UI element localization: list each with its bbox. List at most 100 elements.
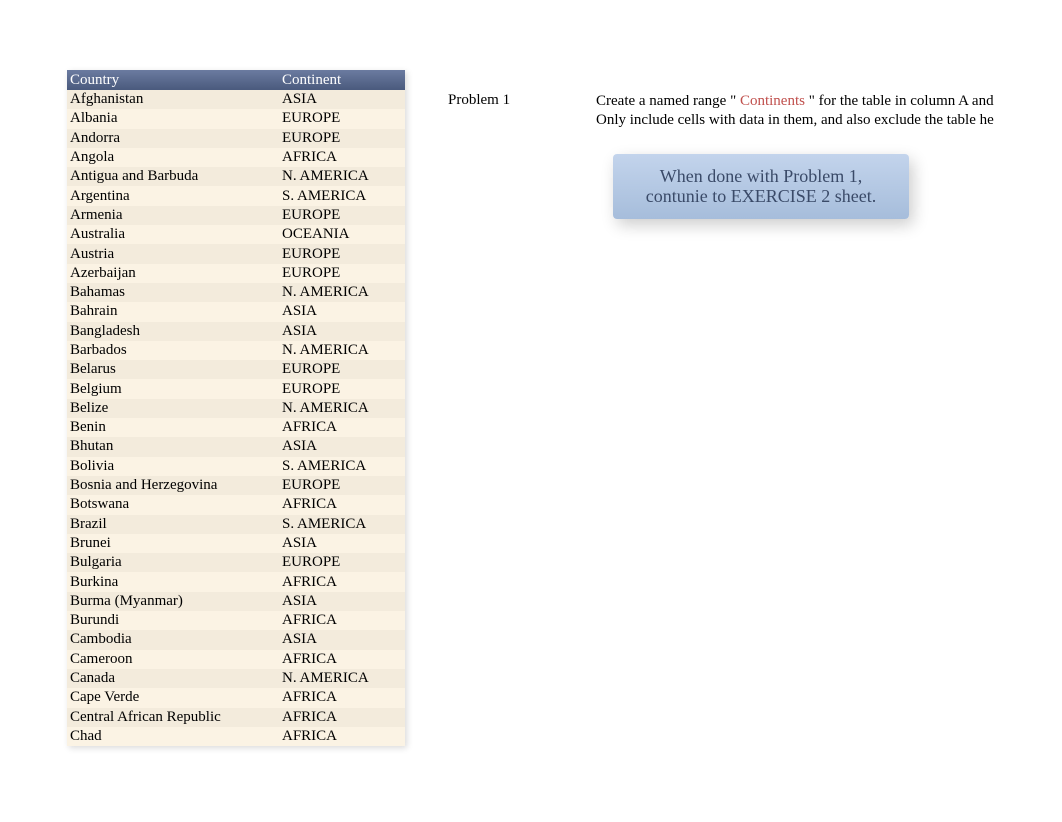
cell-continent: S. AMERICA [282,516,405,533]
cell-continent: AFRICA [282,689,405,706]
cell-country: Cape Verde [67,689,282,706]
cell-country: Canada [67,670,282,687]
cell-country: Bosnia and Herzegovina [67,477,282,494]
cell-country: Australia [67,226,282,243]
cell-country: Bahamas [67,284,282,301]
cell-continent: N. AMERICA [282,670,405,687]
table-row: BotswanaAFRICA [67,495,405,514]
cell-continent: AFRICA [282,728,405,745]
table-row: AustraliaOCEANIA [67,225,405,244]
table-row: BurkinaAFRICA [67,572,405,591]
table-header: Country Continent [67,70,405,90]
cell-continent: ASIA [282,91,405,108]
cell-continent: N. AMERICA [282,168,405,185]
cell-country: Belize [67,400,282,417]
cell-country: Central African Republic [67,709,282,726]
table-row: BruneiASIA [67,534,405,553]
cell-continent: ASIA [282,438,405,455]
cell-continent: AFRICA [282,496,405,513]
table-row: ArmeniaEUROPE [67,206,405,225]
cell-continent: EUROPE [282,381,405,398]
cell-country: Argentina [67,188,282,205]
cell-continent: S. AMERICA [282,458,405,475]
table-row: BrazilS. AMERICA [67,515,405,534]
table-row: BurundiAFRICA [67,611,405,630]
cell-country: Andorra [67,130,282,147]
table-row: ArgentinaS. AMERICA [67,186,405,205]
table-row: ChadAFRICA [67,727,405,746]
table-row: BahrainASIA [67,302,405,321]
cell-country: Bangladesh [67,323,282,340]
country-table: Country Continent AfghanistanASIAAlbania… [67,70,405,746]
table-row: BarbadosN. AMERICA [67,341,405,360]
table-body: AfghanistanASIAAlbaniaEUROPEAndorraEUROP… [67,90,405,746]
cell-country: Bhutan [67,438,282,455]
problem-highlight: Continents [740,93,805,109]
cell-continent: S. AMERICA [282,188,405,205]
cell-continent: EUROPE [282,477,405,494]
cell-country: Benin [67,419,282,436]
table-row: BulgariaEUROPE [67,553,405,572]
table-row: AzerbaijanEUROPE [67,264,405,283]
right-panel: Problem 1 Create a named range " Contine… [448,70,1038,746]
table-row: CanadaN. AMERICA [67,669,405,688]
header-country: Country [67,72,282,89]
table-row: BhutanASIA [67,437,405,456]
table-row: Central African RepublicAFRICA [67,708,405,727]
table-row: Cape VerdeAFRICA [67,688,405,707]
table-row: AlbaniaEUROPE [67,109,405,128]
table-row: BelgiumEUROPE [67,379,405,398]
cell-continent: EUROPE [282,130,405,147]
table-row: BeninAFRICA [67,418,405,437]
cell-continent: EUROPE [282,265,405,282]
cell-continent: ASIA [282,303,405,320]
callout-box: When done with Problem 1, contunie to EX… [613,154,909,219]
problem-line1-pre: Create a named range " [596,93,740,109]
cell-continent: ASIA [282,535,405,552]
callout-line1: When done with Problem 1, [660,166,862,186]
cell-country: Azerbaijan [67,265,282,282]
cell-country: Austria [67,246,282,263]
cell-country: Belgium [67,381,282,398]
cell-continent: EUROPE [282,361,405,378]
cell-continent: EUROPE [282,207,405,224]
cell-continent: AFRICA [282,149,405,166]
cell-country: Angola [67,149,282,166]
table-row: AustriaEUROPE [67,244,405,263]
problem-text: Create a named range " Continents " for … [596,92,1038,130]
table-row: CambodiaASIA [67,630,405,649]
cell-continent: N. AMERICA [282,284,405,301]
table-row: BelizeN. AMERICA [67,399,405,418]
table-row: Bosnia and HerzegovinaEUROPE [67,476,405,495]
table-row: CameroonAFRICA [67,650,405,669]
problem-line1-post: " for the table in column A and [805,93,994,109]
cell-continent: OCEANIA [282,226,405,243]
cell-continent: ASIA [282,631,405,648]
table-row: BoliviaS. AMERICA [67,457,405,476]
cell-country: Burma (Myanmar) [67,593,282,610]
cell-country: Bolivia [67,458,282,475]
table-row: AfghanistanASIA [67,90,405,109]
table-row: Antigua and BarbudaN. AMERICA [67,167,405,186]
cell-country: Bulgaria [67,554,282,571]
cell-continent: EUROPE [282,110,405,127]
cell-country: Afghanistan [67,91,282,108]
callout-line2: contunie to EXERCISE 2 sheet. [646,186,876,206]
table-row: BelarusEUROPE [67,360,405,379]
cell-continent: AFRICA [282,612,405,629]
cell-country: Albania [67,110,282,127]
cell-continent: AFRICA [282,651,405,668]
problem-row: Problem 1 Create a named range " Contine… [448,92,1038,130]
header-continent: Continent [282,72,405,89]
cell-continent: N. AMERICA [282,400,405,417]
table-row: BahamasN. AMERICA [67,283,405,302]
cell-continent: ASIA [282,323,405,340]
cell-country: Belarus [67,361,282,378]
cell-country: Brunei [67,535,282,552]
cell-country: Brazil [67,516,282,533]
cell-country: Burkina [67,574,282,591]
table-row: BangladeshASIA [67,322,405,341]
cell-continent: EUROPE [282,246,405,263]
cell-continent: AFRICA [282,574,405,591]
cell-country: Chad [67,728,282,745]
